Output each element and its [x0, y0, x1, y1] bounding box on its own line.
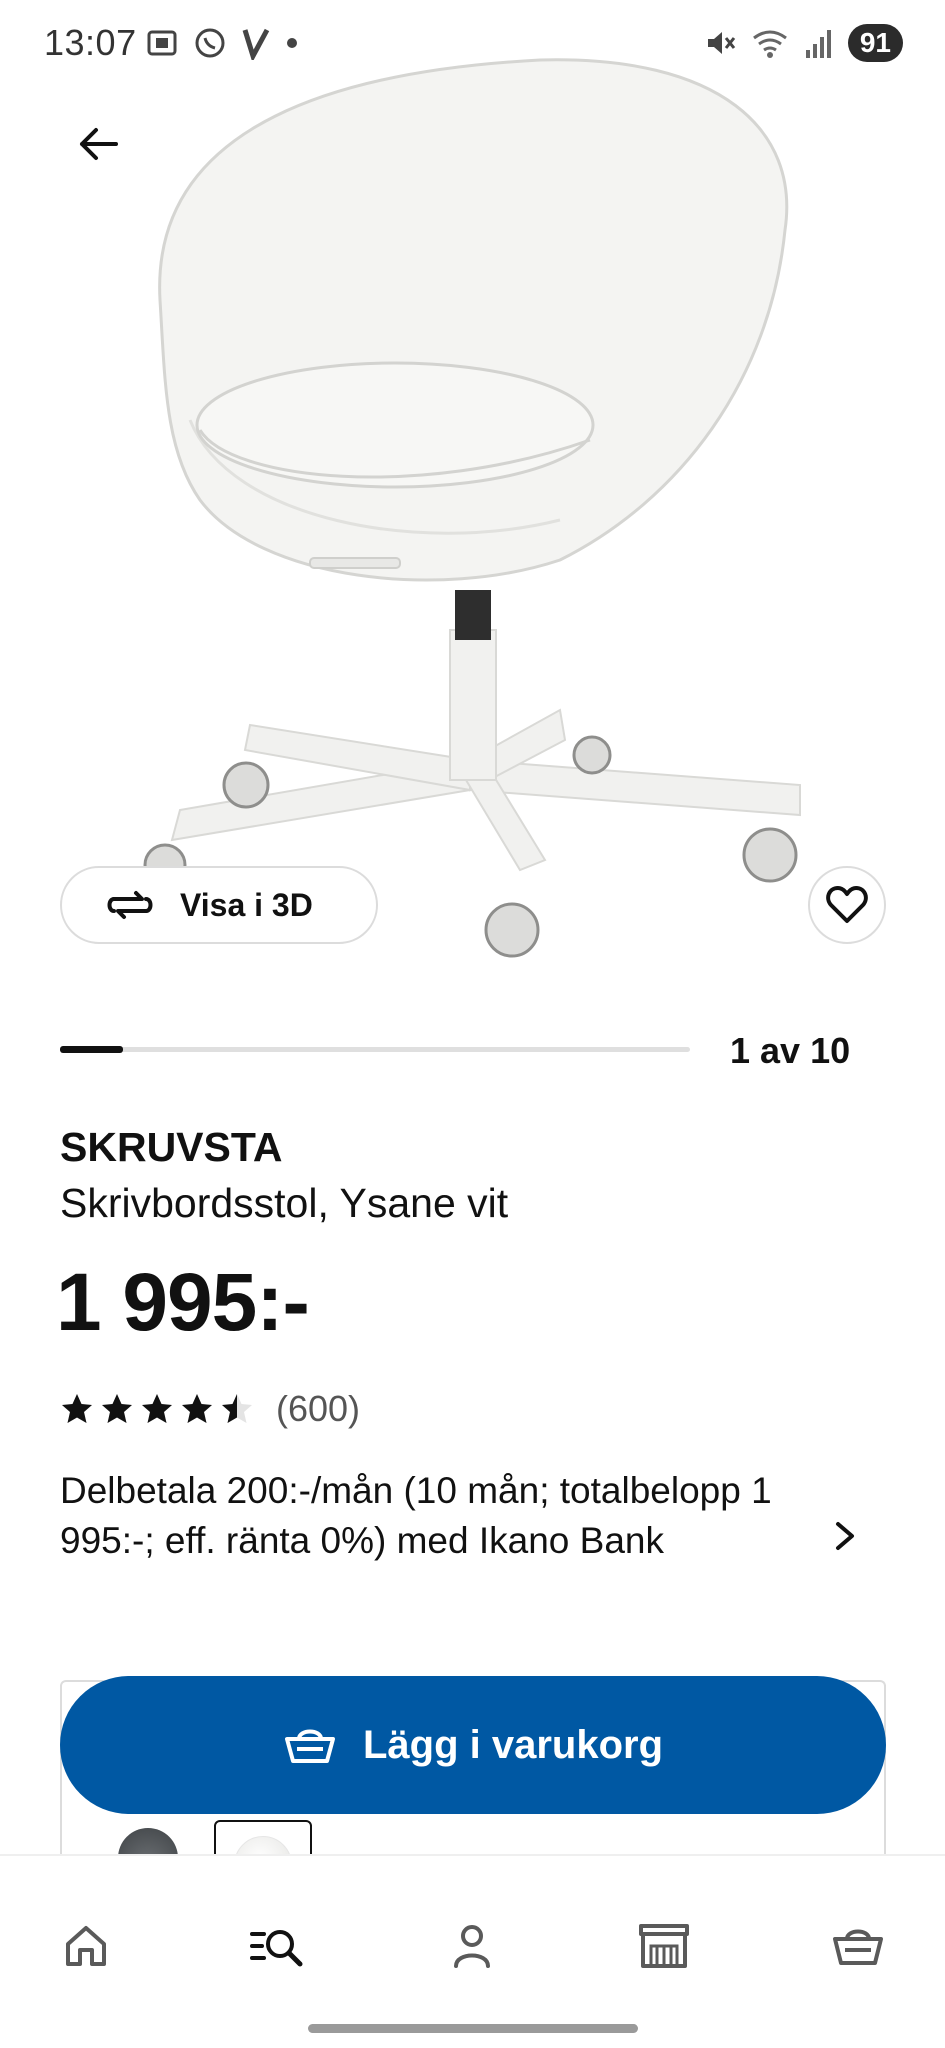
- add-to-cart-label: Lägg i varukorg: [362, 1722, 664, 1767]
- nav-cart[interactable]: [822, 1910, 894, 1982]
- rating-stars: [60, 1392, 254, 1426]
- star-icon: [182, 1394, 212, 1423]
- image-progress-fill: [60, 1046, 123, 1053]
- rating-count: (600): [276, 1388, 361, 1429]
- nav-profile[interactable]: [436, 1910, 508, 1982]
- search-list-icon: [250, 1930, 303, 1967]
- store-icon: [639, 1924, 689, 1968]
- back-button[interactable]: [66, 112, 130, 176]
- star-icon: [222, 1394, 252, 1423]
- basket-icon: [833, 1929, 883, 1965]
- star-icon: [102, 1394, 132, 1423]
- product-image-carousel[interactable]: Visa i 3D: [0, 0, 945, 980]
- user-icon: [454, 1925, 490, 1968]
- image-progress-bar: [60, 1046, 690, 1053]
- nav-search[interactable]: [242, 1910, 314, 1982]
- home-icon: [66, 1926, 106, 1966]
- installment-text: Delbetala 200:-/mån (10 mån; totalbelopp…: [60, 1470, 772, 1561]
- basket-icon: [284, 1729, 335, 1763]
- star-icon: [62, 1394, 92, 1423]
- star-icon: [142, 1394, 172, 1423]
- heart-icon: [826, 886, 868, 923]
- product-name: SKRUVSTA: [60, 1124, 283, 1170]
- product-description: Skrivbordsstol, Ysane vit: [60, 1180, 509, 1226]
- nav-stores[interactable]: [628, 1910, 700, 1982]
- view-in-3d-label: Visa i 3D: [180, 886, 313, 923]
- chevron-right-icon: [836, 1522, 854, 1550]
- bottom-navigation: [0, 1854, 945, 2048]
- installment-offer[interactable]: Delbetala 200:-/mån (10 mån; totalbelopp…: [60, 1466, 860, 1616]
- favorite-button[interactable]: [808, 866, 886, 944]
- product-rating[interactable]: (600): [60, 1388, 360, 1430]
- rotate-3d-icon: [107, 891, 153, 919]
- arrow-left-icon: [80, 128, 118, 160]
- product-image: [143, 58, 801, 958]
- home-indicator[interactable]: [308, 2024, 638, 2033]
- view-in-3d-button[interactable]: Visa i 3D: [60, 866, 378, 944]
- nav-home[interactable]: [50, 1910, 122, 1982]
- image-counter: 1 av 10: [730, 1030, 851, 1071]
- product-price: 1 995:-: [56, 1257, 310, 1348]
- add-to-cart-button[interactable]: Lägg i varukorg: [60, 1676, 886, 1814]
